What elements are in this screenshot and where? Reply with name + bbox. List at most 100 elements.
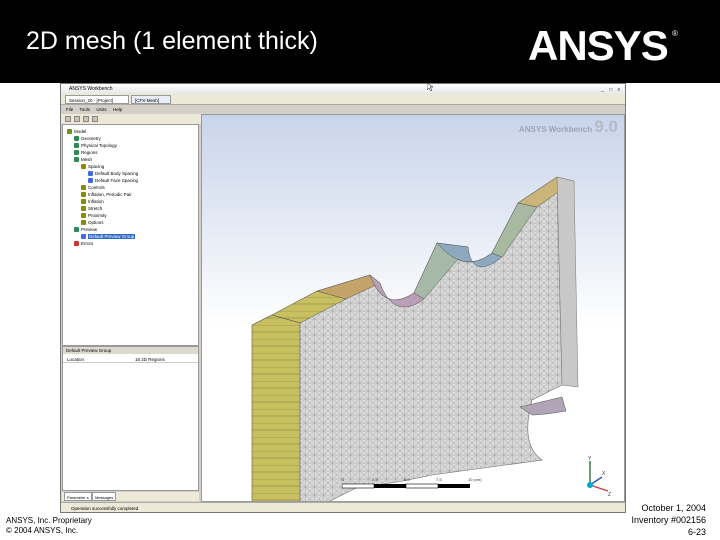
tree-item[interactable]: Physical Topology [74, 142, 117, 149]
tree-item-label: Spacing [88, 164, 105, 169]
tree-item[interactable]: Stretch [81, 205, 102, 212]
tree-item-label: Default Body Spacing [95, 171, 139, 176]
tree-node-icon [81, 164, 86, 170]
slide-header: 2D mesh (1 element thick) ANSYS ® [0, 0, 720, 83]
outline-tree: Model Geometry Physical Topology Regions Mes… [62, 124, 199, 346]
footer-left: ANSYS, Inc. Proprietary © 2004 ANSYS, In… [6, 516, 92, 536]
mouse-cursor-icon [427, 83, 433, 91]
footer-date: October 1, 2004 [641, 503, 706, 513]
tree-item[interactable]: Default Preview Group [81, 233, 136, 240]
scale-label: 10 (cm) [468, 477, 482, 482]
graphics-viewport[interactable]: ANSYS Workbench 9.0 0 2.5 5.0 7.5 10 (cm… [201, 114, 625, 502]
details-panel: Default Preview Group Location 16 2D Reg… [62, 346, 199, 491]
tree-item-label: Options [88, 220, 104, 225]
tree-node-icon [88, 178, 93, 184]
tree-item-label: Proximity [88, 213, 107, 218]
menu-tools[interactable]: Tools [80, 107, 91, 112]
tree-node-icon [88, 171, 93, 177]
tree-item[interactable]: Controls [81, 184, 105, 191]
menu-help[interactable]: Help [113, 107, 122, 112]
tree-item-label: Model [74, 129, 87, 134]
menu-file[interactable]: File [66, 107, 73, 112]
tree-item[interactable]: Inflation [81, 198, 104, 205]
tree-item-label: Geometry [81, 136, 101, 141]
scale-labels: 0 2.5 5.0 7.5 10 (cm) [342, 477, 512, 483]
footer-copyright: © 2004 ANSYS, Inc. [6, 526, 79, 535]
workbench-window: ANSYS Workbench _ □ x Session_20 - [Proj… [60, 83, 626, 513]
tree-node-icon [67, 129, 72, 135]
scale-label: 0 [342, 477, 345, 482]
tree-item[interactable]: Errors [74, 240, 93, 247]
tree-node-icon [81, 234, 86, 240]
tree-item[interactable]: Default Body Spacing [88, 170, 138, 177]
scale-label: 7.5 [436, 477, 442, 482]
logo-text: ANSYS [528, 22, 668, 66]
tree-item-label: Inflation, Periodic Pair [88, 192, 132, 197]
mesh-model[interactable] [202, 115, 625, 502]
toolbar-button[interactable] [92, 116, 98, 122]
tree-node-icon [74, 143, 79, 149]
axis-triad: Y X Z [587, 456, 611, 497]
tree-node-icon [81, 213, 86, 219]
tree-item-label: Controls [88, 185, 105, 190]
tree-node-icon [81, 192, 86, 198]
slide-title: 2D mesh (1 element thick) [26, 27, 318, 55]
tree-item[interactable]: Options [81, 219, 104, 226]
tree-item-label: Stretch [88, 206, 103, 211]
tree-node-icon [74, 136, 79, 142]
tree-item[interactable]: Proximity [81, 212, 107, 219]
footer-right: October 1, 2004 Inventory #002156 6-23 [631, 502, 706, 538]
triad-origin [587, 482, 593, 488]
tree-item-label: Default Preview Group [88, 234, 136, 239]
axis-y-label: Y [588, 456, 592, 462]
tree-item[interactable]: Geometry [74, 135, 101, 142]
window-tabbar: Session_20 - [Project] [CFX-Mesh] [61, 94, 625, 105]
footer-page-number: 6-23 [687, 527, 706, 537]
window-titlebar: ANSYS Workbench _ □ x [61, 84, 625, 94]
window-title: ANSYS Workbench [69, 86, 113, 92]
details-value[interactable]: 16 2D Regions [135, 356, 165, 363]
details-key: Location [67, 357, 85, 362]
tree-item[interactable]: Mesh [74, 156, 92, 163]
svg-text:®: ® [672, 29, 678, 38]
details-row[interactable]: Location 16 2D Regions [63, 356, 198, 363]
tree-node-icon [81, 206, 86, 212]
tree-node-icon [74, 150, 79, 156]
tree-item[interactable]: Default Face Spacing [88, 177, 138, 184]
tree-node-icon [74, 157, 79, 163]
tree-item[interactable]: Model [67, 128, 86, 135]
tree-item-label: Default Face Spacing [95, 178, 139, 183]
tree-node-icon [81, 185, 86, 191]
tree-item[interactable]: Regions [74, 149, 98, 156]
tab-project[interactable]: Session_20 - [Project] [65, 95, 129, 104]
tab-messages[interactable]: Messages [92, 492, 117, 501]
toolbar [61, 114, 201, 124]
tree-item-label: Regions [81, 150, 98, 155]
tree-item[interactable]: Inflation, Periodic Pair [81, 191, 132, 198]
axis-z-label: Z [608, 492, 611, 497]
scale-label: 2.5 [372, 477, 378, 482]
toolbar-button[interactable] [65, 116, 71, 122]
axis-x-label: X [602, 471, 606, 477]
bottom-tabs: Parameter s Messages [62, 492, 199, 501]
tree-node-icon [74, 227, 79, 233]
toolbar-button[interactable] [74, 116, 80, 122]
tree-item[interactable]: Spacing [81, 163, 104, 170]
tree-node-icon [74, 241, 79, 247]
toolbar-button[interactable] [83, 116, 89, 122]
tree-item[interactable]: Preview [74, 226, 97, 233]
tab-parameters[interactable]: Parameter s [64, 492, 92, 501]
tree-node-icon [81, 220, 86, 226]
mesh-left-end [251, 314, 301, 501]
footer-proprietary: ANSYS, Inc. Proprietary [6, 516, 92, 525]
details-header: Default Preview Group [63, 347, 198, 354]
tree-item-label: Errors [81, 241, 94, 246]
scale-label: 5.0 [404, 477, 410, 482]
menu-units[interactable]: Units [96, 107, 106, 112]
tree-item-label: Preview [81, 227, 98, 232]
ansys-logo: ANSYS ® [528, 22, 678, 66]
footer-inventory: Inventory #002156 [631, 515, 706, 525]
tab-cfx-mesh[interactable]: [CFX-Mesh] [131, 95, 171, 104]
status-bar: Operation successfully completed [61, 502, 625, 512]
tree-node-icon [81, 199, 86, 205]
